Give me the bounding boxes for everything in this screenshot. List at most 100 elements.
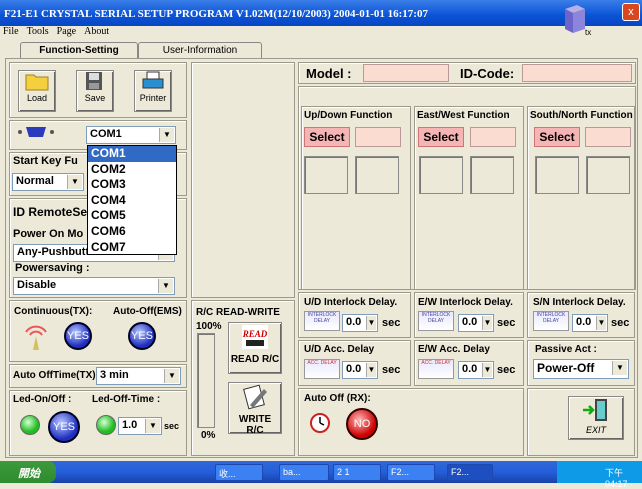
power-on-label: Power On Mo <box>13 228 84 240</box>
updown-title: Up/Down Function <box>304 110 393 121</box>
read-rc-button[interactable]: READ READ R/C <box>228 322 282 374</box>
ew-acc-select[interactable]: 0.0 ▼ <box>458 361 494 379</box>
taskbar-item[interactable]: 2 1 <box>333 464 381 481</box>
ud-acc-select[interactable]: 0.0 ▼ <box>342 361 378 379</box>
id-code-field[interactable] <box>522 64 632 82</box>
sn-interlock-title: S/N Interlock Delay. <box>533 297 626 308</box>
taskbar-item[interactable]: F2... <box>447 464 493 481</box>
read-icon-text: READ <box>242 329 268 339</box>
led-yes-button[interactable]: YES <box>48 411 80 443</box>
auto-off-ems-yes-button[interactable]: YES <box>128 322 156 350</box>
southnorth-select-button[interactable]: Select <box>534 127 580 147</box>
taskbar-item[interactable]: ba... <box>279 464 329 481</box>
menu-about[interactable]: About <box>84 26 109 37</box>
ud-interlock-title: U/D Interlock Delay. <box>304 297 398 308</box>
exit-icon <box>583 399 607 421</box>
continuous-label: Continuous(TX): <box>14 306 93 317</box>
menu-tools[interactable]: Tools <box>27 26 49 37</box>
write-icon <box>243 384 267 410</box>
printer-icon <box>142 71 164 89</box>
taskbar-item[interactable]: 收... <box>215 464 263 481</box>
updown-select-button[interactable]: Select <box>304 127 350 147</box>
com-option[interactable]: COM7 <box>88 240 176 256</box>
southnorth-box-2 <box>586 156 630 194</box>
acc-delay-icon: ACC. DELAY <box>418 359 454 379</box>
com-option[interactable]: COM2 <box>88 162 176 178</box>
com-port-dropdown[interactable]: COM1 COM2 COM3 COM4 COM5 COM6 COM7 <box>87 145 177 255</box>
sn-interlock-select[interactable]: 0.0 ▼ <box>572 314 608 332</box>
system-tray: 下午 04:17 <box>557 461 642 489</box>
com-option[interactable]: COM5 <box>88 208 176 224</box>
ud-acc-title: U/D Acc. Delay <box>304 344 375 355</box>
menu-page[interactable]: Page <box>57 26 76 37</box>
southnorth-box-1 <box>535 156 579 194</box>
rc-title: R/C READ-WRITE <box>196 307 280 318</box>
interlock-delay-icon: INTERLOCK DELAY <box>533 311 569 331</box>
updown-box-1 <box>304 156 348 194</box>
ew-interlock-unit: sec <box>497 317 516 329</box>
ew-interlock-select[interactable]: 0.0 ▼ <box>458 314 494 332</box>
save-icon <box>86 72 102 90</box>
rc-progress-bottom: 0% <box>201 430 216 441</box>
com-option[interactable]: COM4 <box>88 193 176 209</box>
save-button[interactable]: Save <box>76 70 114 112</box>
southnorth-title: South/North Function <box>530 110 633 121</box>
com-port-select[interactable]: COM1 ▼ <box>86 126 176 144</box>
com-option[interactable]: COM3 <box>88 177 176 193</box>
write-rc-button[interactable]: WRITE R/C <box>228 382 282 436</box>
auto-off-ems-label: Auto-Off(EMS) <box>113 306 182 317</box>
eastwest-box-1 <box>419 156 463 194</box>
southnorth-value <box>585 127 631 147</box>
powersaving-select[interactable]: Disable ▼ <box>13 277 175 295</box>
interlock-delay-icon: INTERLOCK DELAY <box>304 311 340 331</box>
updown-value <box>355 127 401 147</box>
taskbar-item[interactable]: F2... <box>387 464 435 481</box>
close-button[interactable]: x <box>622 3 640 21</box>
powersaving-label: Powersaving : <box>15 262 90 274</box>
folder-icon <box>25 74 49 91</box>
eastwest-box-2 <box>470 156 514 194</box>
auto-off-time-label: Auto OffTime(TX): <box>13 370 99 381</box>
ud-interlock-unit: sec <box>382 317 401 329</box>
clock: 下午 04:17 <box>605 468 628 489</box>
interlock-delay-icon: INTERLOCK DELAY <box>418 311 454 331</box>
model-field[interactable] <box>363 64 449 82</box>
load-button[interactable]: Load <box>18 70 56 112</box>
window-title: F21-E1 CRYSTAL SERIAL SETUP PROGRAM V1.0… <box>4 8 428 20</box>
auto-off-time-select[interactable]: 3 min ▼ <box>96 367 181 385</box>
start-button[interactable]: 開始 <box>0 461 56 483</box>
ud-acc-unit: sec <box>382 364 401 376</box>
led-icon <box>20 415 40 435</box>
menu-file[interactable]: File <box>3 26 19 37</box>
com-option[interactable]: COM1 <box>88 146 176 162</box>
sn-interlock-unit: sec <box>611 317 630 329</box>
start-key-select[interactable]: Normal ▼ <box>12 173 84 191</box>
load-label: Load <box>26 93 48 103</box>
auto-off-rx-no-button[interactable]: NO <box>346 408 378 440</box>
updown-box-2 <box>355 156 399 194</box>
eastwest-value <box>470 127 516 147</box>
printer-button[interactable]: Printer <box>134 70 172 112</box>
continuous-yes-button[interactable]: YES <box>64 322 92 350</box>
save-label: Save <box>84 93 106 103</box>
com-option[interactable]: COM6 <box>88 224 176 240</box>
transmit-icon <box>25 325 47 350</box>
exit-button[interactable]: EXIT <box>568 396 624 440</box>
led-onoff-label: Led-On/Off : <box>13 394 72 405</box>
ud-interlock-select[interactable]: 0.0 ▼ <box>342 314 378 332</box>
tab-function-setting[interactable]: Function-Setting <box>20 42 138 58</box>
read-rc-label: READ R/C <box>230 354 280 365</box>
rc-progress-bar <box>197 333 215 428</box>
passive-act-select[interactable]: Power-Off ▼ <box>533 359 629 379</box>
title-bar: F21-E1 CRYSTAL SERIAL SETUP PROGRAM V1.0… <box>0 0 642 26</box>
id-remote-label: ID RemoteSe <box>13 205 88 219</box>
auto-off-rx-label: Auto Off (RX): <box>304 393 371 404</box>
eastwest-select-button[interactable]: Select <box>418 127 464 147</box>
led-off-time-select[interactable]: 1.0 ▼ <box>118 417 162 435</box>
ew-acc-title: E/W Acc. Delay <box>418 344 490 355</box>
start-key-label: Start Key Fu <box>13 155 78 167</box>
blank-panel <box>191 62 295 298</box>
tab-user-information[interactable]: User-Information <box>138 42 262 58</box>
ew-acc-unit: sec <box>497 364 516 376</box>
printer-label: Printer <box>139 93 167 103</box>
